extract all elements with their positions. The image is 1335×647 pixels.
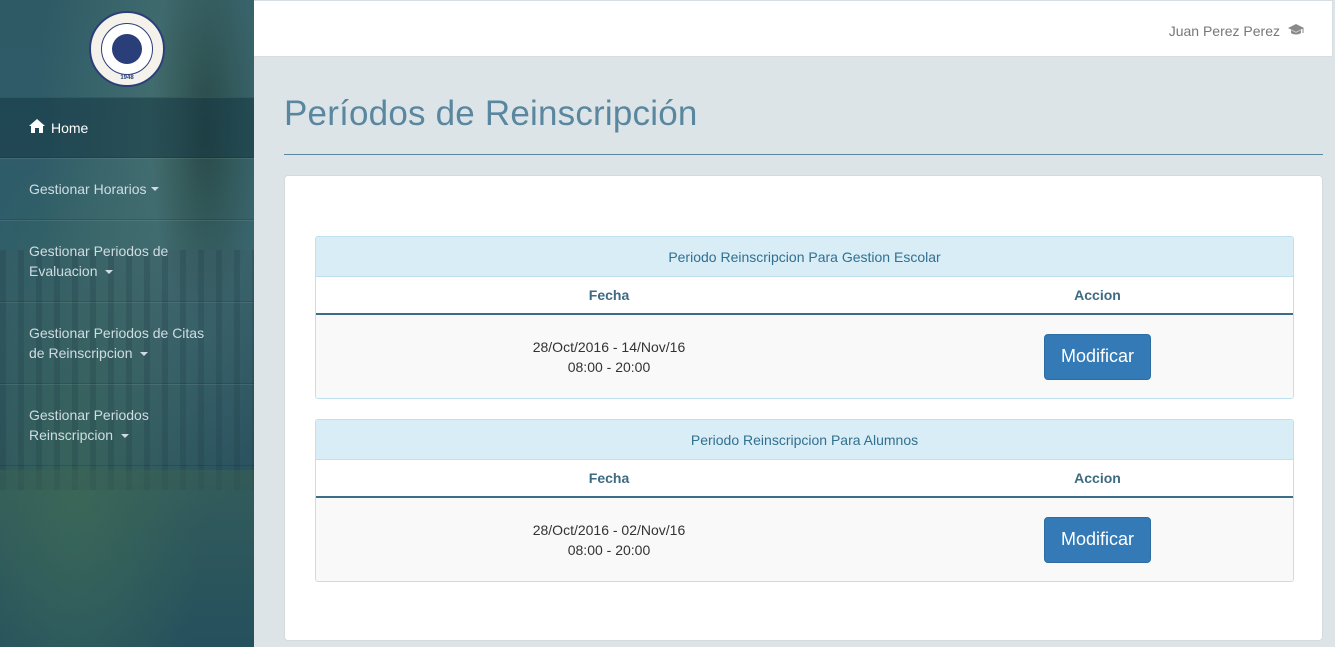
content-card: Periodo Reinscripcion Para Gestion Escol…	[284, 175, 1323, 641]
page-title: Períodos de Reinscripción	[284, 94, 698, 133]
caret-down-icon	[105, 270, 114, 275]
sidebar-item-label: Gestionar Periodos de Citas	[29, 325, 205, 341]
sidebar-item-gestionar-horarios[interactable]: Gestionar Horarios	[0, 158, 254, 220]
seal-year: 1948	[120, 74, 134, 81]
sidebar-item-label: Gestionar Periodos de	[29, 243, 169, 259]
table-header: Fecha Accion	[316, 277, 1293, 315]
modificar-button[interactable]: Modificar	[1044, 333, 1151, 380]
seal-crest-icon	[112, 33, 142, 64]
sidebar-item-label: Gestionar Periodos	[29, 407, 149, 423]
sidebar-item-home[interactable]: Home	[0, 97, 254, 158]
date-range: 28/Oct/2016 - 14/Nov/16	[532, 338, 686, 355]
time-range: 08:00 - 20:00	[567, 358, 651, 375]
action-cell: Modificar	[902, 315, 1293, 398]
column-header-fecha: Fecha	[588, 470, 630, 486]
graduation-cap-icon	[1288, 23, 1304, 39]
date-cell: 28/Oct/2016 - 02/Nov/16 08:00 - 20:00	[316, 498, 902, 581]
modificar-button[interactable]: Modificar	[1044, 516, 1151, 563]
sidebar-item-label-2: de Reinscripcion	[29, 345, 133, 361]
panel-alumnos: Periodo Reinscripcion Para Alumnos Fecha…	[315, 419, 1294, 582]
table-row: 28/Oct/2016 - 14/Nov/16 08:00 - 20:00 Mo…	[316, 315, 1293, 398]
column-header-fecha: Fecha	[588, 287, 630, 303]
seal-inner-ring	[101, 22, 153, 75]
sidebar: 1948 Home Gestionar Horarios Gestionar P…	[0, 0, 254, 647]
top-bar: Juan Perez Perez	[254, 0, 1333, 57]
caret-down-icon	[120, 434, 129, 439]
sidebar-nav: Home Gestionar Horarios Gestionar Period…	[0, 97, 254, 466]
column-header-accion: Accion	[1074, 287, 1121, 303]
sidebar-item-label: Gestionar Horarios	[29, 181, 147, 197]
panel-heading: Periodo Reinscripcion Para Gestion Escol…	[316, 237, 1293, 277]
user-name: Juan Perez Perez	[1168, 23, 1280, 39]
date-range: 28/Oct/2016 - 02/Nov/16	[532, 521, 686, 538]
action-cell: Modificar	[902, 498, 1293, 581]
sidebar-item-label-2: Reinscripcion	[29, 427, 114, 443]
sidebar-item-periodos-evaluacion[interactable]: Gestionar Periodos de Evaluacion	[0, 220, 254, 302]
home-icon	[29, 118, 45, 138]
date-cell: 28/Oct/2016 - 14/Nov/16 08:00 - 20:00	[316, 315, 902, 398]
caret-down-icon	[150, 187, 159, 191]
logo-container: 1948	[0, 0, 254, 97]
table-row: 28/Oct/2016 - 02/Nov/16 08:00 - 20:00 Mo…	[316, 498, 1293, 581]
panel-gestion-escolar: Periodo Reinscripcion Para Gestion Escol…	[315, 236, 1294, 399]
title-divider	[284, 154, 1323, 155]
caret-down-icon	[140, 352, 149, 357]
user-menu[interactable]: Juan Perez Perez	[1169, 23, 1304, 39]
sidebar-item-label: Home	[51, 119, 89, 136]
university-seal-logo[interactable]: 1948	[89, 10, 165, 87]
sidebar-item-periodos-citas[interactable]: Gestionar Periodos de Citas de Reinscrip…	[0, 302, 254, 384]
time-range: 08:00 - 20:00	[567, 541, 651, 558]
background-lawn	[0, 470, 254, 647]
column-header-accion: Accion	[1074, 470, 1121, 486]
table-header: Fecha Accion	[316, 460, 1293, 498]
panel-heading: Periodo Reinscripcion Para Alumnos	[316, 420, 1293, 460]
sidebar-item-periodos-reinscripcion[interactable]: Gestionar Periodos Reinscripcion	[0, 384, 254, 466]
sidebar-item-label-2: Evaluacion	[29, 263, 98, 279]
